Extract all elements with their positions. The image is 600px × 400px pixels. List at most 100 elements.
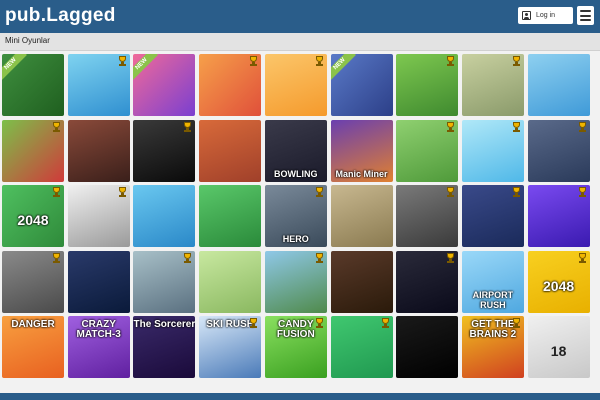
candy-fusion-game-tile[interactable]: CANDY FUSION: [264, 316, 327, 378]
site-logo[interactable]: pub.Lagged: [5, 4, 116, 28]
trophy-icon: [183, 121, 192, 132]
number-grid-game-tile[interactable]: [396, 250, 459, 313]
game-thumbnail: [330, 185, 393, 247]
car-game-tile[interactable]: [199, 54, 262, 116]
tank-game-tile[interactable]: [330, 185, 393, 247]
soccer-game-tile[interactable]: [527, 54, 590, 116]
hamburger-menu-button[interactable]: [577, 6, 594, 25]
game-thumbnail: [67, 250, 130, 313]
snake-ball-game-tile[interactable]: [527, 119, 590, 182]
swimmer-game-tile[interactable]: [133, 185, 196, 247]
airport-rush-game-tile[interactable]: AIRPORT RUSH: [461, 250, 524, 313]
trophy-icon: [578, 121, 587, 132]
trophy-icon: [315, 318, 324, 328]
trophy-icon: [446, 187, 455, 197]
fruit-game-tile[interactable]: [2, 119, 64, 182]
game-thumbnail: [527, 54, 590, 116]
user-icon: [522, 11, 531, 20]
game-caption: 2048: [17, 212, 49, 228]
trophy-icon: [315, 252, 324, 263]
2048-game-tile[interactable]: 2048: [527, 250, 590, 313]
trophy-icon: [249, 318, 258, 328]
bowling-game-tile[interactable]: BOWLING: [264, 119, 327, 182]
login-label: Log in: [536, 12, 556, 19]
trophy-icon: [512, 121, 521, 132]
trophy-icon: [512, 318, 521, 328]
tap-game-tile[interactable]: [330, 316, 393, 378]
trophy-icon: [578, 187, 587, 197]
warship-game-tile[interactable]: [133, 250, 196, 313]
trophy-icon: [512, 56, 521, 66]
manic-miner-game-tile[interactable]: Manic Miner: [330, 119, 393, 182]
trophy-icon: [183, 252, 192, 263]
square-run-game-tile[interactable]: [527, 185, 590, 247]
top-header: pub.Lagged Log in: [0, 0, 600, 33]
menu-line: [580, 19, 591, 21]
ninja-game-tile[interactable]: NEW: [330, 54, 393, 116]
grand-prix-hero-game-tile[interactable]: HERO: [264, 185, 327, 247]
game-caption: 18: [550, 343, 567, 359]
2048-blocks-game-tile[interactable]: 2048: [2, 185, 64, 247]
trophy-icon: [118, 187, 127, 197]
tangram-game-tile[interactable]: [396, 316, 459, 378]
zombie-game-tile[interactable]: [67, 119, 130, 182]
sorcerer-game-tile[interactable]: The Sorcerer: [133, 316, 196, 378]
game-thumbnail: [133, 185, 196, 247]
section-title: Mini Oyunlar: [5, 36, 50, 45]
game-grid: NEW NEW NEW BOWLING Manic Miner 2048 HERO AIRPO…: [2, 54, 596, 384]
trophy-icon: [578, 252, 587, 263]
taxi-game-tile[interactable]: [396, 185, 459, 247]
trophy-icon: [512, 187, 521, 197]
boxing-game-tile[interactable]: [461, 185, 524, 247]
trophy-icon: [249, 56, 258, 66]
traffic-game-tile[interactable]: [2, 250, 64, 313]
danger-game-tile[interactable]: DANGER: [2, 316, 64, 378]
trophy-icon: [118, 56, 127, 66]
hexa-18-game-tile[interactable]: 18: [527, 316, 590, 378]
trophy-icon: [446, 56, 455, 66]
shooter-game-tile[interactable]: [264, 250, 327, 313]
zigzag-game-tile[interactable]: [461, 119, 524, 182]
game-thumbnail: [199, 250, 262, 313]
space-shooter-game-tile[interactable]: [67, 250, 130, 313]
parking-game-tile[interactable]: [199, 185, 262, 247]
ski-rush-game-tile[interactable]: SKI RUSH: [199, 316, 262, 378]
crazy-match-3-game-tile[interactable]: CRAZY MATCH-3: [67, 316, 130, 378]
game-caption: HERO: [282, 234, 309, 244]
bottom-bar: [0, 393, 600, 400]
trophy-icon: [446, 252, 455, 263]
game-thumbnail: [67, 119, 130, 182]
bike-game-tile[interactable]: [396, 119, 459, 182]
menu-line: [580, 14, 591, 17]
game-title-text: CRAZY MATCH-3: [76, 319, 121, 340]
login-button[interactable]: Log in: [518, 7, 573, 24]
game-thumbnail: [199, 185, 262, 247]
trophy-icon: [315, 187, 324, 197]
yellow-game-tile[interactable]: [264, 54, 327, 116]
trophy-icon: [52, 121, 61, 132]
stickman-game-tile[interactable]: [67, 185, 130, 247]
trophy-icon: [315, 56, 324, 66]
get-the-brains-2-game-tile[interactable]: GET THE BRAINS 2: [461, 316, 524, 378]
offroad-game-tile[interactable]: [199, 250, 262, 313]
slot-game-tile[interactable]: [330, 250, 393, 313]
track-game-tile[interactable]: [199, 119, 262, 182]
game-thumbnail: [396, 316, 459, 378]
mummy-game-tile[interactable]: [461, 54, 524, 116]
trophy-icon: [52, 252, 61, 263]
game-caption: BOWLING: [274, 168, 318, 179]
trophy-icon: [381, 318, 390, 328]
sniper-game-tile[interactable]: [133, 119, 196, 182]
game-thumbnail: [199, 119, 262, 182]
trophy-icon: [52, 187, 61, 197]
game-title-text: The Sorcerer: [133, 319, 196, 330]
section-bar: Mini Oyunlar: [0, 33, 600, 51]
game-caption: AIRPORT RUSH: [472, 289, 514, 310]
pool-game-tile[interactable]: NEW: [2, 54, 64, 116]
game-caption: Manic Miner: [335, 168, 388, 179]
menu-line: [580, 10, 591, 12]
duck-game-tile[interactable]: [67, 54, 130, 116]
maze-game-tile[interactable]: NEW: [133, 54, 196, 116]
racing-car-game-tile[interactable]: [396, 54, 459, 116]
trophy-icon: [446, 121, 455, 132]
